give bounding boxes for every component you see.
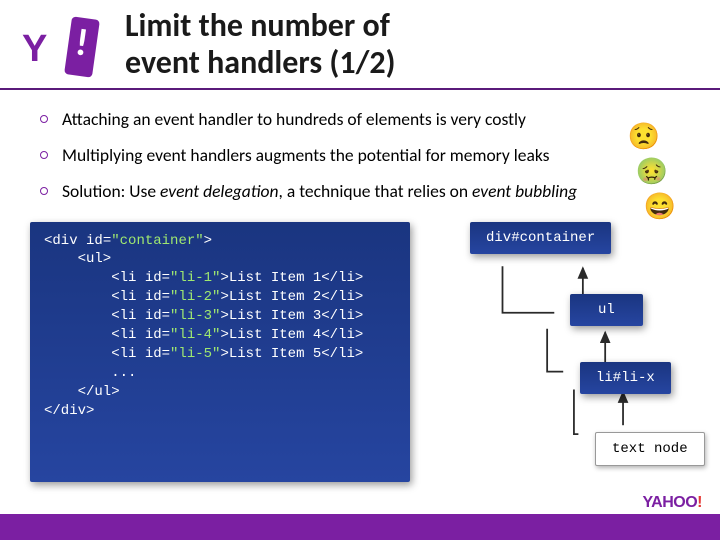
bullet-text: Solution: Use event delegation, a techni… xyxy=(62,180,577,202)
bullet-item: Multiplying event handlers augments the … xyxy=(40,144,680,166)
footer-yahoo-logo: YAHOO! xyxy=(642,494,702,512)
slide-header: Y Limit the number of event handlers (1/… xyxy=(0,0,720,90)
diagram-box-li: li#li-x xyxy=(580,362,671,394)
happy-emoji-icon: 😄 xyxy=(644,190,676,222)
title-line-1: Limit the number of xyxy=(125,6,390,45)
bullet-dot-icon xyxy=(40,151,48,159)
code-block: <div id="container"> <ul> <li id="li-1">… xyxy=(30,222,410,482)
diagram-box-container: div#container xyxy=(470,222,611,254)
sad-emoji-icon: 😟 xyxy=(628,120,660,152)
bubbling-diagram: div#container ul li#li-x text node xyxy=(440,222,690,482)
logo-y: Y xyxy=(22,28,45,71)
bullet-text: Attaching an event handler to hundreds o… xyxy=(62,108,526,130)
yahoo-logo: Y xyxy=(20,20,105,75)
bullet-item: Solution: Use event delegation, a techni… xyxy=(40,180,680,202)
content-row: <div id="container"> <ul> <li id="li-1">… xyxy=(0,216,720,482)
diagram-box-text-node: text node xyxy=(595,432,705,466)
footer-bang-icon: ! xyxy=(697,494,702,511)
bullet-dot-icon xyxy=(40,187,48,195)
footer-brand-text: YAHOO xyxy=(642,494,697,511)
footer-bar xyxy=(0,514,720,540)
slide-title: Limit the number of event handlers (1/2) xyxy=(125,8,396,88)
bullet-list: Attaching an event handler to hundreds o… xyxy=(0,90,720,202)
bullet-item: Attaching an event handler to hundreds o… xyxy=(40,108,680,130)
logo-bang-icon xyxy=(64,17,100,78)
diagram-box-ul: ul xyxy=(570,294,643,326)
sick-emoji-icon: 🤢 xyxy=(636,155,668,187)
title-line-2: event handlers (1/2) xyxy=(125,43,396,82)
bullet-text: Multiplying event handlers augments the … xyxy=(62,144,549,166)
bullet-dot-icon xyxy=(40,115,48,123)
